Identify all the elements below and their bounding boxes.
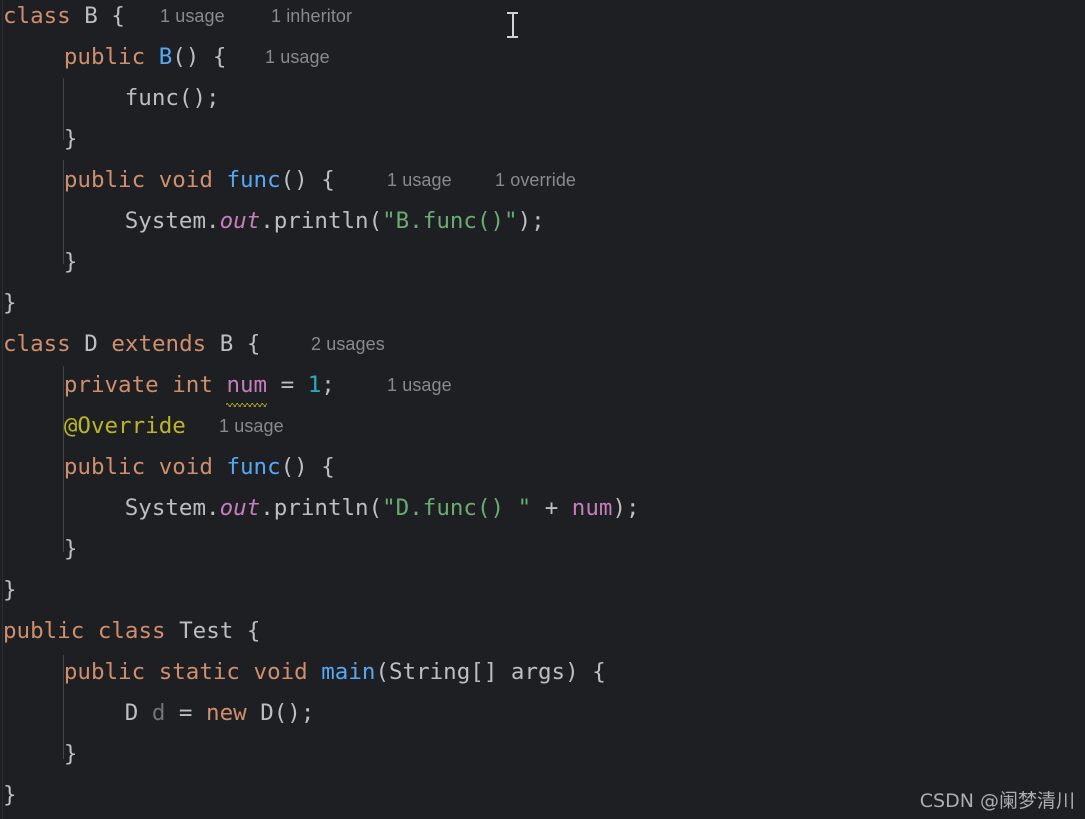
code-token: = <box>165 700 207 726</box>
code-token: private int <box>63 372 227 398</box>
code-token: .println( <box>260 208 383 234</box>
code-line[interactable]: @Override <box>64 406 186 447</box>
code-token: out <box>219 495 261 521</box>
code-line[interactable]: class D extends B { <box>3 324 260 365</box>
code-line[interactable]: public B() { <box>64 37 227 78</box>
code-line[interactable]: public static void main(String[] args) { <box>64 652 606 693</box>
inlay-usage-hint[interactable]: 1 usage <box>265 37 330 78</box>
code-token: [] args) { <box>470 659 606 685</box>
code-token: 1 <box>307 372 322 398</box>
code-token: B <box>219 331 234 357</box>
code-line[interactable]: } <box>3 775 17 816</box>
code-token: D <box>124 700 152 726</box>
code-token: = <box>267 372 308 398</box>
code-token: () { <box>172 44 227 70</box>
code-token: D(); <box>260 700 315 726</box>
code-token: System. <box>124 495 220 521</box>
code-token: ( <box>375 659 389 685</box>
code-line[interactable]: System.out.println("B.func()"); <box>125 201 545 242</box>
code-token: @Override <box>63 413 186 439</box>
code-token: } <box>3 577 17 603</box>
code-token: main <box>321 659 376 685</box>
inlay-usage-hint[interactable]: 1 usage <box>219 406 284 447</box>
code-token: } <box>63 741 78 767</box>
code-token: func <box>226 167 281 193</box>
code-token: class <box>3 3 85 29</box>
code-token: String <box>389 659 471 685</box>
indent-guide <box>63 366 64 552</box>
code-token: num <box>226 365 267 407</box>
watermark: CSDN @阑梦清川 <box>919 790 1075 812</box>
code-token: public void <box>63 454 227 480</box>
code-token: d <box>151 700 166 726</box>
indent-guide <box>63 78 64 140</box>
code-token: { <box>233 618 261 644</box>
code-line[interactable]: func(); <box>125 78 220 119</box>
code-line[interactable]: public class Test { <box>3 611 260 652</box>
code-token: new <box>206 700 261 726</box>
code-line[interactable]: D d = new D(); <box>125 693 315 734</box>
code-token: public class <box>3 618 180 644</box>
inlay-usage-hint[interactable]: 1 inheritor <box>271 0 352 37</box>
code-token: public <box>63 44 159 70</box>
code-token: } <box>63 249 78 275</box>
indent-guide <box>63 160 64 264</box>
code-editor[interactable]: class B {public B() {func();} public void… <box>0 0 1085 819</box>
code-token: } <box>63 126 78 152</box>
code-line[interactable]: } <box>64 119 78 160</box>
code-token: } <box>3 782 17 808</box>
code-token: () { <box>280 167 335 193</box>
code-token: public void <box>63 167 227 193</box>
code-token: { <box>233 331 261 357</box>
code-token: B <box>158 44 173 70</box>
code-token: public static void <box>63 659 322 685</box>
code-token: () { <box>280 454 335 480</box>
code-token: func(); <box>124 85 220 111</box>
code-token: ); <box>612 495 640 521</box>
code-token: "D.func() " <box>382 495 532 521</box>
inlay-usage-hint[interactable]: 1 usage <box>387 365 452 406</box>
inlay-usage-hint[interactable]: 1 override <box>495 160 576 201</box>
code-line[interactable]: } <box>3 570 17 611</box>
indent-guide <box>63 655 64 759</box>
code-token: { <box>97 3 125 29</box>
code-token: ; <box>321 372 335 398</box>
code-line[interactable]: public void func() { <box>64 160 335 201</box>
code-token: } <box>3 290 17 316</box>
code-line[interactable]: class B { <box>3 0 125 37</box>
code-token: func <box>226 454 281 480</box>
code-token: out <box>219 208 261 234</box>
code-surface[interactable]: class B {public B() {func();} public void… <box>0 0 1085 819</box>
code-line[interactable]: public void func() { <box>64 447 335 488</box>
code-token: .println( <box>260 495 383 521</box>
text-cursor-icon <box>507 12 518 38</box>
code-token: } <box>63 536 78 562</box>
code-token: num <box>571 495 613 521</box>
code-line[interactable]: private int num = 1; <box>63 365 335 407</box>
inlay-usage-hint[interactable]: 1 usage <box>387 160 452 201</box>
code-line[interactable]: } <box>64 529 78 570</box>
code-line[interactable]: } <box>3 283 17 324</box>
code-line[interactable]: System.out.println("D.func() " + num); <box>125 488 640 529</box>
code-token: B <box>84 3 98 29</box>
code-line[interactable]: } <box>64 734 78 775</box>
code-token: extends <box>97 331 220 357</box>
code-token: ); <box>517 208 545 234</box>
code-token: + <box>531 495 572 521</box>
code-token: System. <box>124 208 220 234</box>
code-token: "B.func()" <box>382 208 518 234</box>
code-token: Test <box>179 618 234 644</box>
inlay-usage-hint[interactable]: 2 usages <box>311 324 385 365</box>
code-line[interactable]: } <box>64 242 78 283</box>
inlay-usage-hint[interactable]: 1 usage <box>160 0 225 37</box>
code-token: D <box>84 331 98 357</box>
code-token: class <box>3 331 85 357</box>
